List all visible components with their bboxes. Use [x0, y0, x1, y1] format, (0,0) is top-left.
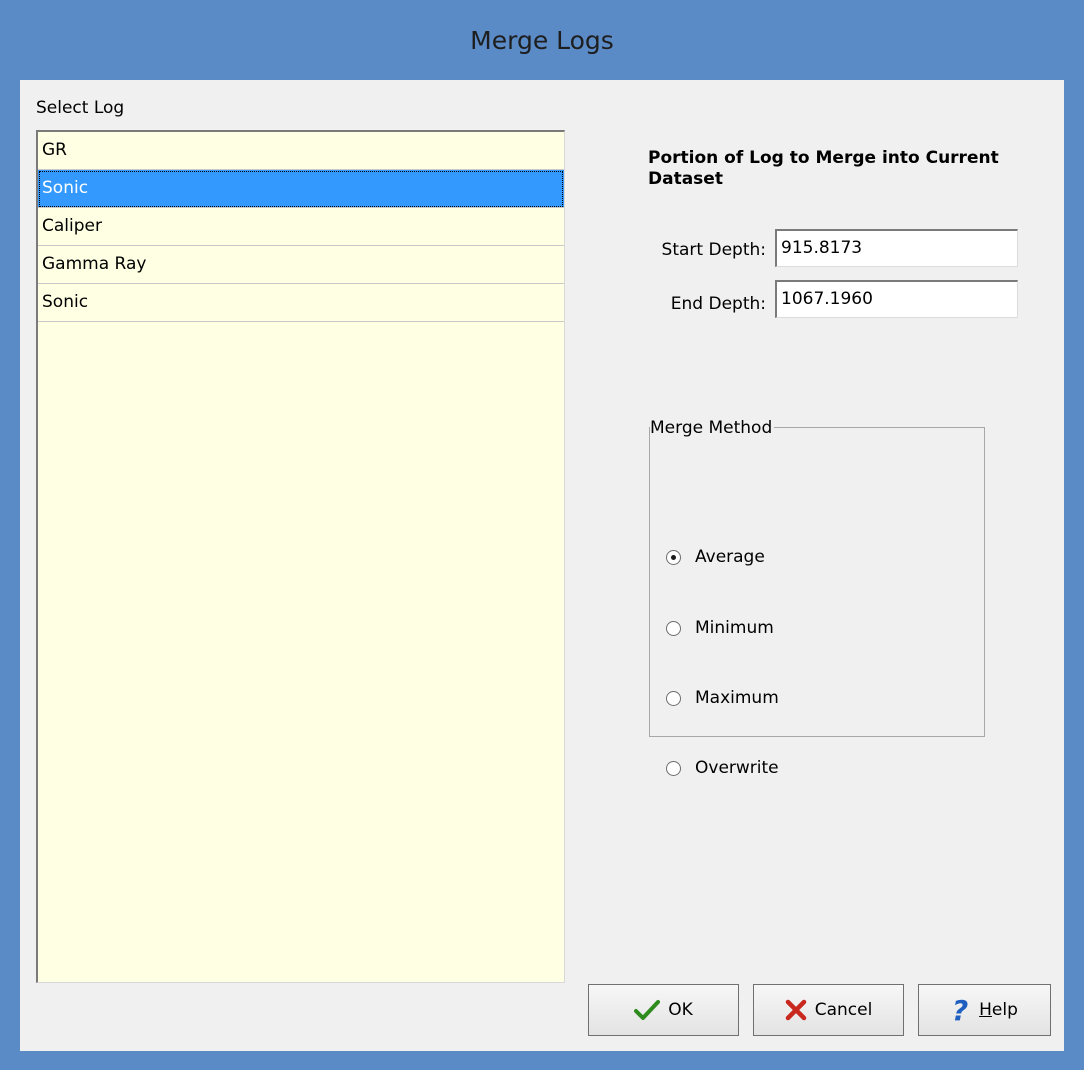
- cancel-button[interactable]: Cancel: [753, 984, 904, 1036]
- checkmark-icon: [634, 999, 661, 1021]
- help-label-hotkey: H: [979, 1000, 992, 1020]
- window-title: Merge Logs: [470, 25, 614, 55]
- dialog-client-area: Select Log GR Sonic Caliper Gamma Ray So…: [20, 80, 1064, 1051]
- end-depth-input[interactable]: 1067.1960: [775, 280, 1018, 318]
- merge-method-group: Merge Method Average Minimum Maximum Ove…: [649, 418, 985, 778]
- radio-label: Overwrite: [695, 758, 779, 778]
- question-mark-icon: ?: [951, 996, 971, 1024]
- help-label: Help: [979, 1000, 1018, 1020]
- radio-label: Maximum: [695, 688, 779, 708]
- radio-overwrite[interactable]: Overwrite: [666, 758, 779, 778]
- list-item-selected[interactable]: Sonic: [38, 170, 564, 208]
- cancel-label: Cancel: [814, 1000, 873, 1020]
- start-depth-label: Start Depth:: [661, 240, 766, 260]
- ok-label: OK: [668, 1000, 693, 1020]
- list-item[interactable]: Gamma Ray: [38, 246, 564, 284]
- ok-button[interactable]: OK: [588, 984, 739, 1036]
- svg-text:?: ?: [952, 996, 968, 1024]
- radio-button[interactable]: [666, 760, 681, 776]
- window-titlebar[interactable]: Merge Logs: [0, 0, 1084, 80]
- start-depth-input[interactable]: 915.8173: [775, 229, 1018, 267]
- list-item[interactable]: GR: [38, 132, 564, 170]
- radio-button[interactable]: [666, 620, 681, 636]
- list-item[interactable]: Sonic: [38, 284, 564, 322]
- radio-button-checked[interactable]: [666, 549, 681, 565]
- end-depth-label: End Depth:: [670, 294, 766, 314]
- radio-maximum[interactable]: Maximum: [666, 688, 779, 708]
- radio-label: Minimum: [695, 618, 774, 638]
- x-icon: [785, 999, 807, 1021]
- select-log-label: Select Log: [36, 98, 125, 118]
- radio-minimum[interactable]: Minimum: [666, 618, 774, 638]
- help-button[interactable]: ? Help: [918, 984, 1051, 1036]
- radio-button[interactable]: [666, 690, 681, 706]
- help-label-rest: elp: [991, 1000, 1018, 1020]
- portion-section-title: Portion of Log to Merge into Current Dat…: [648, 148, 999, 189]
- list-item[interactable]: Caliper: [38, 208, 564, 246]
- merge-method-legend: Merge Method: [650, 418, 775, 438]
- radio-average[interactable]: Average: [666, 547, 765, 567]
- merge-logs-window: Merge Logs Select Log GR Sonic Caliper G…: [0, 0, 1084, 1070]
- log-listbox[interactable]: GR Sonic Caliper Gamma Ray Sonic: [36, 130, 565, 983]
- radio-label: Average: [695, 547, 765, 567]
